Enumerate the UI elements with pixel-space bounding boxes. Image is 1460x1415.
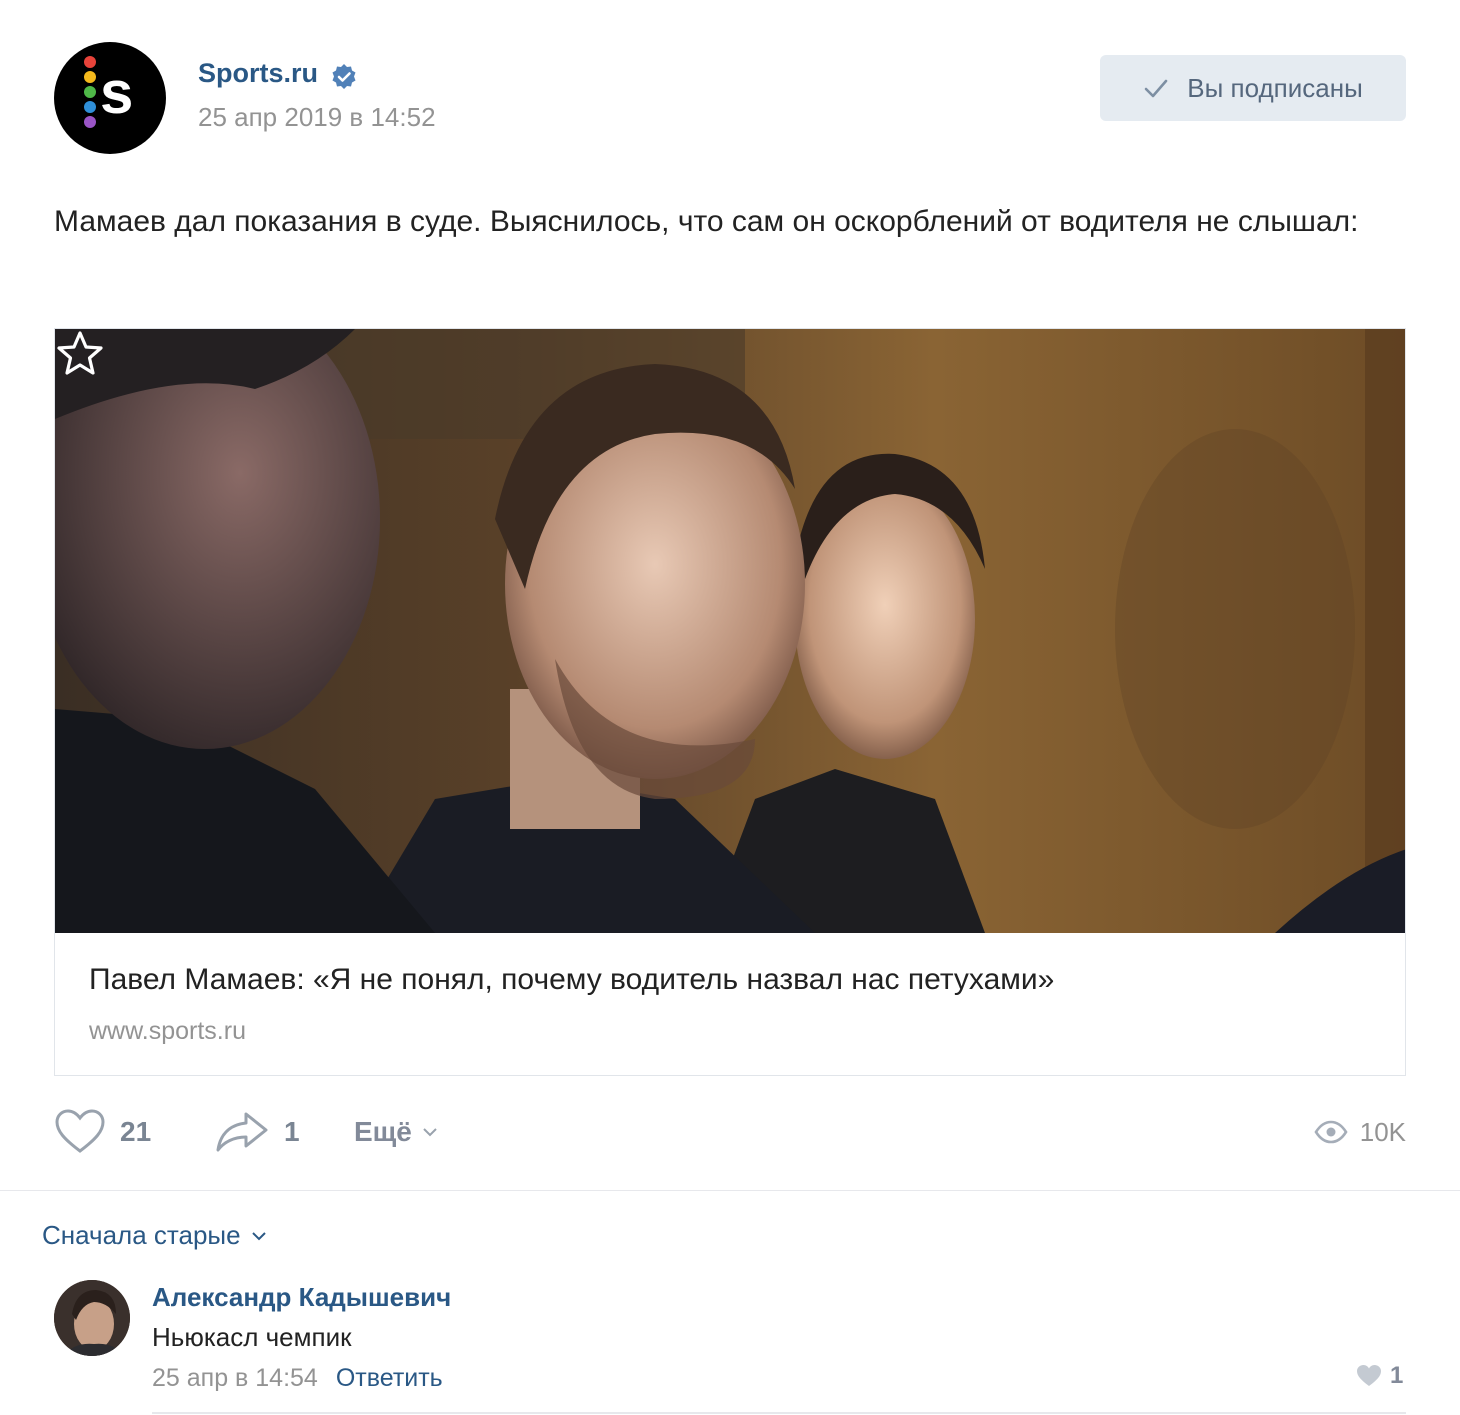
link-card-photo [55,329,1405,933]
chevron-down-icon [251,1231,266,1240]
avatar-dot [84,71,96,83]
avatar-dots [84,56,98,131]
post-page: s Sports.ru 25 апр 2019 в 14:52 Вы подпи… [0,0,1460,1415]
comment-divider [152,1412,1406,1414]
eye-icon [1314,1120,1348,1144]
link-card[interactable]: Павел Мамаев: «Я не понял, почему водите… [54,328,1406,1076]
avatar-dot [84,56,96,68]
avatar-dot [84,86,96,98]
like-button[interactable]: 21 [54,1106,151,1158]
section-divider [0,1190,1460,1191]
chevron-down-icon [423,1128,437,1137]
link-card-domain: www.sports.ru [89,1017,246,1045]
more-button[interactable]: Ещё [354,1106,438,1158]
comments-sort-dropdown[interactable]: Сначала старые [42,1220,267,1251]
share-arrow-icon [216,1112,268,1152]
verified-icon [332,64,356,89]
like-count: 21 [120,1116,152,1147]
comment-author-avatar[interactable] [54,1280,130,1356]
comment-like-button[interactable]: 1 [1356,1362,1403,1390]
photo-illustration [55,329,1405,933]
comment-author-name[interactable]: Александр Кадышевич [152,1282,451,1313]
reply-button[interactable]: Ответить [336,1364,443,1393]
views-counter: 10K [1314,1106,1406,1158]
link-card-title[interactable]: Павел Мамаев: «Я не понял, почему водите… [89,963,1054,997]
post-date[interactable]: 25 апр 2019 в 14:52 [198,102,436,133]
comment-date[interactable]: 25 апр в 14:54 [152,1364,318,1393]
subscribed-button[interactable]: Вы подписаны [1100,55,1406,121]
post-actions-bar: 21 1 Ещё 10K [54,1106,1406,1158]
avatar-logo-letter: s [100,59,134,126]
subscribed-label: Вы подписаны [1187,72,1363,103]
comment-text: Ньюкасл чемпик [152,1322,352,1352]
heart-icon [55,1109,105,1153]
post-text: Мамаев дал показания в суде. Выяснилось,… [54,205,1359,238]
more-label: Ещё [354,1116,412,1147]
share-count: 1 [284,1116,300,1147]
comment-meta: 25 апр в 14:54 Ответить [152,1364,443,1393]
share-button[interactable]: 1 [214,1106,300,1158]
heart-icon [1357,1365,1381,1386]
avatar-photo [54,1280,130,1356]
author-avatar[interactable]: s [54,42,166,154]
star-icon[interactable] [55,329,105,379]
avatar-dot [84,101,96,113]
sort-label: Сначала старые [42,1220,241,1250]
author-name-link[interactable]: Sports.ru [198,58,318,89]
comment-like-count: 1 [1390,1362,1404,1389]
avatar-dot [84,116,96,128]
views-count: 10K [1359,1116,1406,1147]
check-icon [1144,79,1168,98]
